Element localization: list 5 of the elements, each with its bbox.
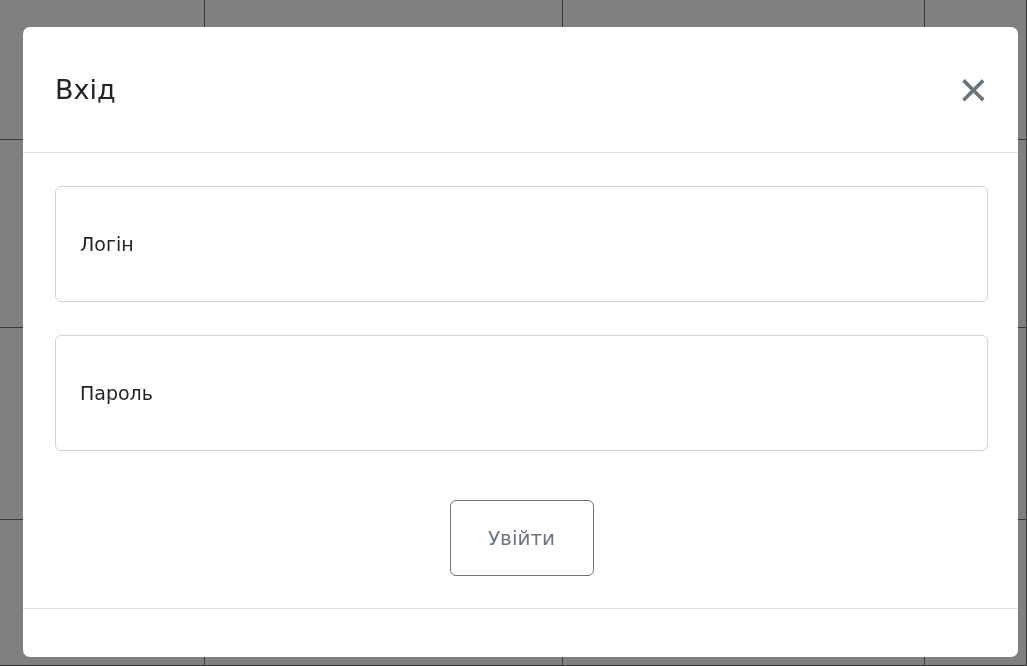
- dialog-title: Вхід: [55, 74, 116, 105]
- input-field[interactable]: Логін: [55, 186, 988, 302]
- login-button[interactable]: Увійти: [449, 500, 594, 576]
- input-field[interactable]: Пароль: [55, 335, 988, 451]
- close-button[interactable]: ×: [954, 64, 992, 115]
